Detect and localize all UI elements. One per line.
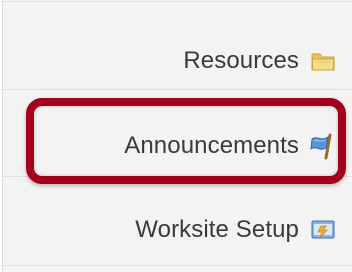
folder-icon [309,47,337,75]
tool-menu-sidebar: Resources Announcements Worksite Setup [2,0,352,272]
worksite-setup-icon [309,216,337,244]
screenshot-stage: Resources Announcements Worksite Setup [0,0,352,272]
sidebar-item-label: Announcements [124,132,299,159]
sidebar-item-label: Worksite Setup [135,216,299,243]
sidebar-item-worksite-setup[interactable]: Worksite Setup [3,200,352,260]
flag-icon [309,132,337,160]
sidebar-item-resources[interactable]: Resources [3,31,352,91]
divider [3,176,352,177]
sidebar-item-announcements[interactable]: Announcements [3,116,352,176]
divider [3,265,352,266]
sidebar-item-label: Resources [183,47,299,74]
divider [3,1,352,2]
divider [3,89,352,90]
